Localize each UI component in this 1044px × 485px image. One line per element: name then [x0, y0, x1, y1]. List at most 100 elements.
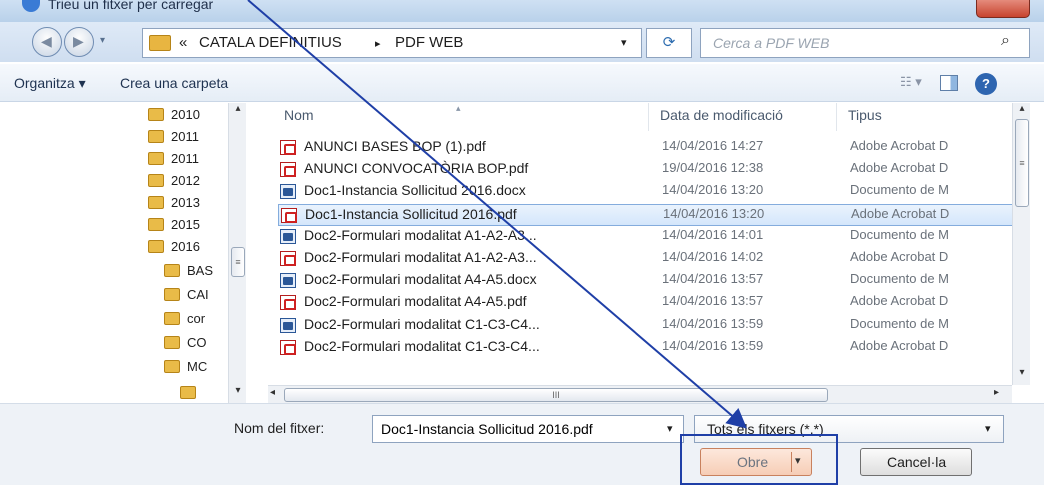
file-row[interactable]: Doc2-Formulari modalitat A1-A2-A3... 14/0…: [278, 226, 1014, 248]
nav-folder-2012[interactable]: 2012: [148, 169, 200, 191]
scroll-thumb[interactable]: ≡: [231, 247, 245, 277]
sort-ascending-icon: ▴: [456, 103, 461, 113]
file-date: 14/04/2016 14:27: [662, 138, 764, 153]
file-row[interactable]: Doc1-Instancia Sollicitud 2016.docx 14/04…: [278, 181, 1014, 203]
file-row[interactable]: ANUNCI CONVOCATÒRIA BOP.pdf 19/04/2016 12…: [278, 159, 1014, 181]
horizontal-scroll-thumb[interactable]: III: [284, 388, 828, 402]
file-type-dropdown-icon[interactable]: ▾: [985, 422, 991, 435]
nav-folder-2010[interactable]: 2010: [148, 103, 200, 125]
nav-folder-2011[interactable]: 2011: [148, 125, 199, 147]
nav-folder-2011[interactable]: 2011: [148, 147, 199, 169]
cancel-button-label: Cancel·la: [887, 454, 947, 470]
horizontal-scrollbar[interactable]: ◂ III ▸: [268, 385, 1012, 403]
folder-icon: [148, 195, 164, 209]
pdf-file-icon: [280, 339, 296, 355]
forward-button[interactable]: ▶: [64, 27, 94, 57]
file-date: 14/04/2016 13:57: [662, 271, 764, 287]
column-header-type[interactable]: Tipus: [848, 107, 882, 123]
filename-field[interactable]: ▾: [372, 415, 684, 443]
file-date: 14/04/2016 14:01: [662, 226, 764, 242]
nav-folder-partial[interactable]: [180, 381, 203, 403]
scroll-right-icon[interactable]: ▸: [994, 387, 999, 398]
file-date: 14/04/2016 13:59: [662, 337, 764, 353]
scroll-left-icon[interactable]: ◂: [270, 387, 275, 398]
column-divider[interactable]: [648, 103, 649, 131]
nav-folder-bas[interactable]: BAS: [164, 259, 213, 281]
scroll-up-icon[interactable]: ▴: [1013, 103, 1030, 119]
folder-icon: [148, 217, 164, 231]
nav-folder-label: 2011: [171, 128, 199, 144]
file-type: Documento de M: [850, 226, 949, 242]
breadcrumb-item[interactable]: CATALA DEFINITIUS: [199, 34, 342, 51]
file-row[interactable]: ANUNCI BASES BOP (1).pdf 14/04/2016 14:27…: [278, 137, 1014, 159]
file-row[interactable]: Doc2-Formulari modalitat C1-C3-C4... 14/0…: [278, 315, 1014, 337]
filename-input[interactable]: [373, 416, 663, 442]
file-row[interactable]: Doc2-Formulari modalitat A1-A2-A3... 14/0…: [278, 248, 1014, 270]
file-name: Doc1-Instancia Sollicitud 2016.pdf: [305, 205, 517, 222]
nav-folder-2015[interactable]: 2015: [148, 213, 200, 235]
search-input[interactable]: Cerca a PDF WEB ⌕: [700, 28, 1030, 58]
filename-dropdown-icon[interactable]: ▾: [667, 422, 673, 435]
file-row[interactable]: Doc2-Formulari modalitat C1-C3-C4... 14/0…: [278, 337, 1014, 359]
file-type: Documento de M: [850, 182, 949, 198]
file-list-scrollbar[interactable]: ▴ ≡ ▾: [1012, 103, 1030, 385]
breadcrumb-separator-icon[interactable]: ▸: [375, 37, 381, 50]
history-dropdown[interactable]: ▾: [100, 35, 105, 46]
scroll-thumb[interactable]: ≡: [1015, 119, 1029, 207]
scroll-down-icon[interactable]: ▾: [229, 385, 247, 401]
folder-icon: [149, 35, 171, 51]
nav-folder-co[interactable]: CO: [164, 331, 207, 353]
cancel-button[interactable]: Cancel·la: [860, 448, 972, 476]
file-row[interactable]: Doc1-Instancia Sollicitud 2016.pdf 14/04/…: [278, 203, 1014, 226]
window-app-icon: [22, 0, 40, 12]
help-icon[interactable]: ?: [975, 73, 997, 95]
folder-icon: [148, 239, 164, 253]
preview-pane-icon[interactable]: [940, 75, 958, 91]
nav-folder-cor[interactable]: cor: [164, 307, 205, 329]
navigation-pane: 2010 2011 2011 2012 2013 2015 2016 BAS C…: [0, 103, 266, 403]
file-name: Doc2-Formulari modalitat A1-A2-A3...: [304, 249, 537, 265]
word-document-icon: [280, 228, 296, 244]
column-header-name[interactable]: Nom: [284, 107, 314, 123]
scroll-down-icon[interactable]: ▾: [1013, 367, 1030, 383]
nav-folder-label: 2010: [171, 106, 200, 122]
column-header-date[interactable]: Data de modificació: [660, 107, 783, 123]
pdf-file-icon: [280, 162, 296, 178]
file-row[interactable]: Doc2-Formulari modalitat A4-A5.pdf 14/04/…: [278, 292, 1014, 314]
search-icon[interactable]: ⌕: [1001, 32, 1010, 50]
refresh-button[interactable]: ⟳: [646, 28, 692, 58]
open-button-highlight: [680, 434, 838, 485]
column-divider[interactable]: [836, 103, 837, 131]
pdf-file-icon: [280, 140, 296, 155]
nav-folder-label: 2015: [171, 216, 200, 232]
nav-folder-2016[interactable]: 2016: [148, 235, 200, 257]
scroll-up-icon[interactable]: ▴: [229, 103, 247, 119]
views-menu-icon[interactable]: ☷ ▾: [900, 74, 922, 90]
breadcrumb-item[interactable]: PDF WEB: [395, 34, 463, 51]
organize-menu[interactable]: Organitza ▾: [14, 75, 86, 92]
file-type: Adobe Acrobat D: [850, 160, 949, 176]
close-button[interactable]: [976, 0, 1030, 18]
file-name: Doc2-Formulari modalitat A4-A5.docx: [304, 271, 537, 288]
file-row[interactable]: Doc2-Formulari modalitat A4-A5.docx 14/04…: [278, 270, 1014, 292]
word-document-icon: [280, 317, 296, 333]
file-date: 19/04/2016 12:38: [662, 160, 764, 176]
folder-icon: [148, 173, 164, 187]
word-document-icon: [280, 184, 296, 200]
file-type: Adobe Acrobat D: [850, 293, 949, 309]
breadcrumb-overflow[interactable]: «: [179, 34, 187, 51]
nav-folder-mc[interactable]: MC: [164, 355, 207, 377]
folder-icon: [164, 359, 180, 373]
new-folder-button[interactable]: Crea una carpeta: [120, 75, 228, 91]
nav-folder-cai[interactable]: CAI: [164, 283, 209, 305]
file-type: Adobe Acrobat D: [850, 138, 949, 153]
nav-scrollbar[interactable]: ▴ ≡ ▾: [228, 103, 246, 403]
nav-folder-2013[interactable]: 2013: [148, 191, 200, 213]
file-name: ANUNCI CONVOCATÒRIA BOP.pdf: [304, 160, 529, 177]
nav-folder-label: CO: [187, 334, 207, 350]
back-button[interactable]: ◀: [32, 27, 62, 57]
address-dropdown-icon[interactable]: ▾: [621, 36, 627, 49]
nav-folder-label: MC: [187, 358, 208, 374]
breadcrumb[interactable]: « CATALA DEFINITIUS ▸ PDF WEB ▾: [142, 28, 642, 58]
pdf-file-icon: [280, 251, 296, 266]
